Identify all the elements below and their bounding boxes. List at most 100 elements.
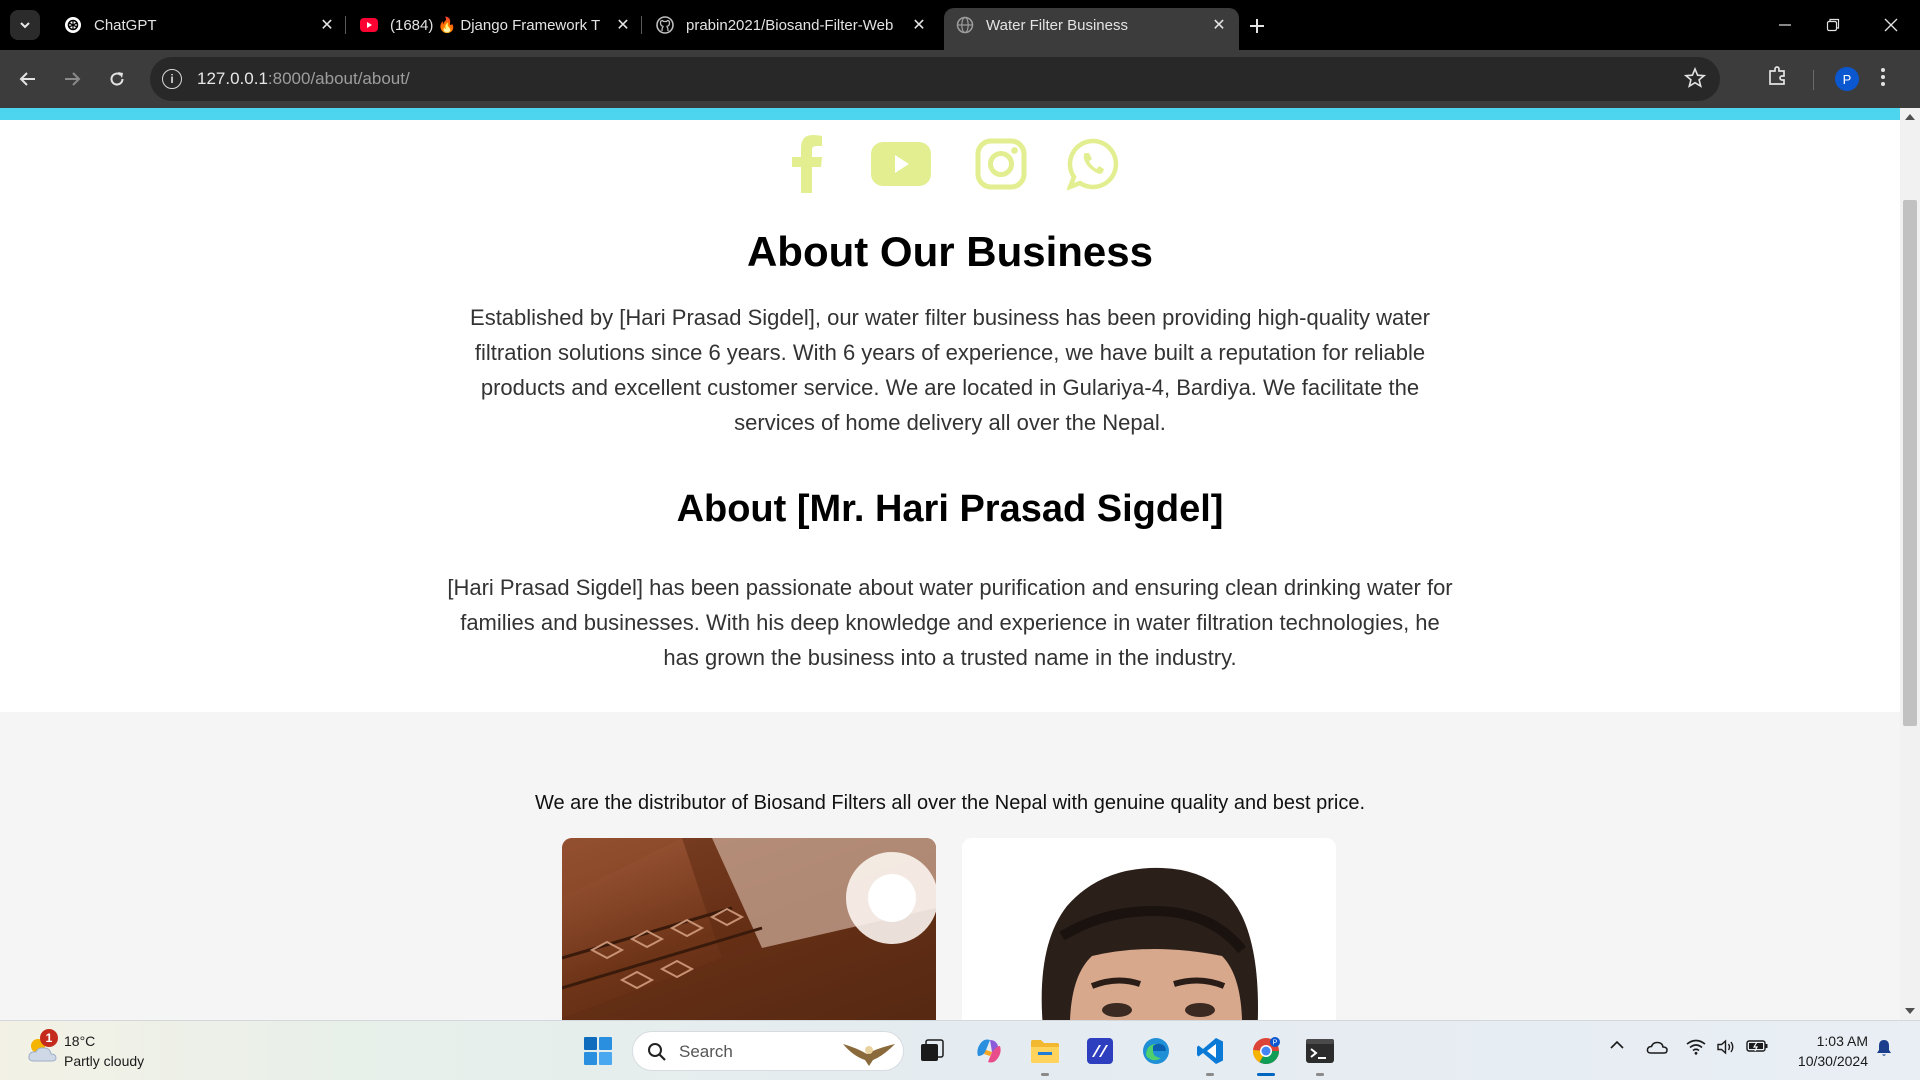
terminal-button[interactable] <box>1302 1033 1338 1069</box>
edge-button[interactable] <box>1138 1033 1174 1069</box>
vscode-icon <box>1197 1038 1223 1064</box>
weather-temperature: 18°C <box>64 1033 96 1049</box>
arrow-left-icon <box>19 72 35 86</box>
close-icon[interactable]: ✕ <box>1209 15 1229 35</box>
close-icon[interactable]: ✕ <box>317 15 337 35</box>
chrome-button[interactable]: P <box>1248 1033 1284 1069</box>
editor-app-icon <box>1087 1038 1113 1064</box>
tab-separator <box>345 16 346 34</box>
notification-bell-icon[interactable] <box>1876 1039 1892 1057</box>
minimize-icon <box>1779 24 1791 26</box>
back-button[interactable] <box>13 64 43 94</box>
tab-title: ChatGPT <box>94 16 157 34</box>
copilot-icon <box>977 1039 1001 1063</box>
facebook-link[interactable] <box>776 134 838 194</box>
terminal-icon <box>1306 1039 1334 1063</box>
onedrive-cloud-icon[interactable] <box>1646 1039 1668 1055</box>
copilot-button[interactable] <box>971 1033 1007 1069</box>
page-viewport: About Our Business Established by [Hari … <box>0 108 1920 1020</box>
gallery-photo-portrait <box>962 838 1336 1020</box>
tab-title: Water Filter Business <box>986 16 1128 34</box>
plus-icon <box>1250 19 1264 33</box>
extensions-icon[interactable] <box>1766 64 1788 91</box>
youtube-icon <box>360 16 378 34</box>
github-icon <box>656 16 674 34</box>
scroll-down-arrow-icon[interactable] <box>1905 1008 1915 1014</box>
search-highlight-bird-icon <box>843 1044 895 1066</box>
bookmark-star-icon[interactable] <box>1683 66 1707 94</box>
browser-toolbar: i 127.0.0.1:8000/about/about/ P <box>0 50 1920 108</box>
gallery-photo-ceiling <box>562 838 936 1020</box>
instagram-link[interactable] <box>970 134 1032 194</box>
more-menu-icon[interactable] <box>1880 66 1886 93</box>
task-view-button[interactable] <box>914 1033 950 1069</box>
show-hidden-icons-chevron-icon[interactable] <box>1609 1039 1625 1051</box>
page-scrollbar[interactable] <box>1900 108 1920 1020</box>
whatsapp-icon <box>1067 138 1119 190</box>
tab-water-filter-business[interactable]: Water Filter Business ✕ <box>944 8 1239 50</box>
about-business-heading: About Our Business <box>746 228 1154 275</box>
tab-bar: ChatGPT ✕ (1684) 🔥 Django Framework T ✕ … <box>0 0 1920 50</box>
windows-logo-icon <box>584 1037 612 1065</box>
arrow-right-icon <box>65 72 81 86</box>
gallery-section <box>0 712 1900 1020</box>
whatsapp-link[interactable] <box>1062 134 1124 194</box>
reload-button[interactable] <box>102 64 132 94</box>
tab-chatgpt[interactable]: ChatGPT ✕ <box>52 8 347 42</box>
taskbar-search-box[interactable]: Search <box>632 1031 904 1071</box>
scrollbar-thumb[interactable] <box>1903 200 1917 726</box>
reload-icon <box>110 72 124 86</box>
social-links <box>0 134 1900 194</box>
tab-title: prabin2021/Biosand-Filter-Web <box>686 16 894 34</box>
wifi-icon[interactable] <box>1686 1039 1706 1055</box>
profile-avatar[interactable]: P <box>1835 67 1859 91</box>
url-path: :8000/about/about/ <box>267 69 410 88</box>
windows-taskbar: 1 18°C Partly cloudy Search P 1:03 AM 10… <box>0 1020 1920 1080</box>
youtube-icon <box>871 142 931 186</box>
running-indicator <box>1206 1073 1214 1076</box>
close-icon[interactable]: ✕ <box>613 15 633 35</box>
youtube-link[interactable] <box>870 134 932 194</box>
facebook-icon <box>792 135 822 193</box>
url-text[interactable]: 127.0.0.1:8000/about/about/ <box>197 69 410 89</box>
close-window-button[interactable] <box>1876 12 1906 38</box>
weather-widget[interactable]: 1 18°C Partly cloudy <box>22 1029 182 1073</box>
tab-search-button[interactable] <box>10 10 40 40</box>
zed-editor-button[interactable] <box>1082 1033 1118 1069</box>
scroll-up-arrow-icon[interactable] <box>1905 114 1915 120</box>
task-view-icon <box>921 1039 944 1061</box>
svg-text:P: P <box>1273 1040 1278 1047</box>
search-label: Search <box>679 1042 733 1061</box>
about-owner-heading: About [Mr. Hari Prasad Sigdel] <box>676 488 1224 530</box>
about-owner-text: [Hari Prasad Sigdel] has been passionate… <box>447 575 1453 670</box>
volume-icon[interactable] <box>1716 1039 1736 1055</box>
weather-description: Partly cloudy <box>64 1053 145 1069</box>
vscode-button[interactable] <box>1192 1033 1228 1069</box>
system-clock[interactable]: 1:03 AM 10/30/2024 <box>1782 1031 1868 1071</box>
forward-button[interactable] <box>57 64 87 94</box>
chevron-down-icon <box>20 22 30 29</box>
instagram-icon <box>975 138 1027 190</box>
battery-charging-icon[interactable] <box>1746 1039 1768 1053</box>
file-explorer-button[interactable] <box>1027 1033 1063 1069</box>
new-tab-button[interactable] <box>1243 12 1271 40</box>
about-business-text: Established by [Hari Prasad Sigdel], our… <box>470 305 1430 435</box>
globe-icon <box>956 16 974 34</box>
site-info-icon[interactable]: i <box>162 69 182 89</box>
distributor-text: We are the distributor of Biosand Filter… <box>534 792 1366 814</box>
tab-github[interactable]: prabin2021/Biosand-Filter-Web ✕ <box>644 8 939 42</box>
search-icon <box>648 1043 666 1061</box>
clock-time: 1:03 AM <box>1816 1033 1868 1049</box>
close-icon[interactable]: ✕ <box>909 15 929 35</box>
folder-icon <box>1031 1040 1059 1063</box>
restore-button[interactable] <box>1818 12 1848 38</box>
tab-youtube[interactable]: (1684) 🔥 Django Framework T ✕ <box>348 8 643 42</box>
start-button[interactable] <box>583 1036 613 1066</box>
close-icon <box>1884 18 1898 32</box>
minimize-button[interactable] <box>1770 12 1800 38</box>
restore-icon <box>1826 18 1840 32</box>
address-bar[interactable]: i 127.0.0.1:8000/about/about/ <box>150 57 1720 101</box>
url-host: 127.0.0.1 <box>197 69 268 88</box>
tab-title: (1684) 🔥 Django Framework T <box>390 17 601 34</box>
chrome-icon: P <box>1252 1037 1280 1065</box>
